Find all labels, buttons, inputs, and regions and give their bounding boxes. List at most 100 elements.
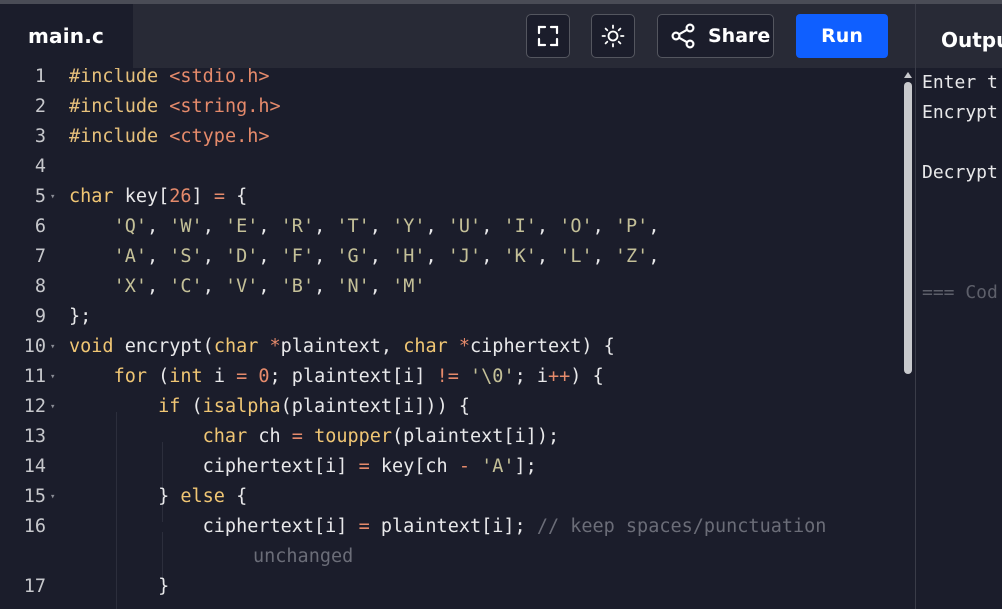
code-token: * [269, 336, 281, 357]
code-token: char [213, 336, 259, 357]
code-token: plaintext[i]; [369, 516, 537, 537]
line-number: 4 [34, 156, 46, 177]
code-line[interactable]: 9}; [0, 302, 900, 332]
code-token: (plaintext[i]); [392, 426, 560, 447]
code-line[interactable]: 14 ciphertext[i] = key[ch - 'A']; [0, 452, 900, 482]
code-token: isalpha [202, 396, 281, 417]
code-token: , [146, 216, 170, 237]
scroll-up-arrow-icon[interactable] [904, 72, 912, 78]
code-line[interactable]: 7 'A', 'S', 'D', 'F', 'G', 'H', 'J', 'K'… [0, 242, 900, 272]
code-text: #include <ctype.h> [69, 122, 270, 152]
line-number: 9 [34, 306, 46, 327]
code-line[interactable]: 15 ▾ } else { [0, 482, 900, 512]
code-text: ciphertext[i] = key[ch - 'A']; [69, 452, 537, 482]
code-text: 'X', 'C', 'V', 'B', 'N', 'M' [69, 272, 426, 302]
line-number: 10 [23, 336, 46, 357]
code-token: else [180, 486, 225, 507]
code-token: <string.h> [169, 96, 281, 117]
code-token: char [202, 426, 248, 447]
line-number: 6 [34, 216, 46, 237]
code-token: <stdio.h> [169, 68, 270, 87]
file-tab-main-c[interactable]: main.c [0, 4, 133, 68]
code-line[interactable]: 16 ciphertext[i] = plaintext[i]; // keep… [0, 512, 900, 542]
code-line[interactable]: 10 ▾ void encrypt(char *plaintext, char *c… [0, 332, 900, 362]
fold-chevron-icon[interactable]: ▾ [50, 482, 55, 512]
sun-icon [601, 24, 625, 48]
code-token: 'E' [224, 216, 259, 237]
code-token: ciphertext[i] [69, 456, 359, 477]
line-number: 14 [23, 456, 46, 477]
code-token: , [202, 246, 225, 267]
code-token: = [358, 456, 370, 477]
code-token: 'T' [336, 216, 370, 237]
code-token: - [458, 456, 470, 477]
code-token: 'D' [224, 246, 259, 267]
code-line-wrap[interactable]: unchanged [0, 542, 900, 572]
share-button[interactable]: Share [657, 14, 774, 58]
code-comment-continuation: unchanged [253, 546, 354, 567]
code-text: }; [69, 302, 91, 332]
code-line[interactable]: 17 } [0, 572, 900, 602]
code-token: 'I' [503, 216, 537, 237]
code-token: { [224, 186, 248, 207]
fullscreen-button[interactable] [526, 14, 570, 58]
code-line[interactable]: 6 'Q', 'W', 'E', 'R', 'T', 'Y', 'U', 'I'… [0, 212, 900, 242]
code-token: = [236, 366, 248, 387]
fold-chevron-icon[interactable]: ▾ [50, 362, 55, 392]
code-editor[interactable]: 1 #include <stdio.h> 2 #include <string.h> 3… [0, 68, 915, 609]
file-tab-label: main.c [28, 24, 105, 48]
code-token: i [202, 366, 237, 387]
code-token: 'H' [392, 246, 426, 267]
code-line[interactable]: 12 ▾ if (isalpha(plaintext[i])) { [0, 392, 900, 422]
code-line[interactable]: 13 char ch = toupper(plaintext[i]); [0, 422, 900, 452]
run-button[interactable]: Run [796, 14, 888, 58]
code-token: 'V' [224, 276, 259, 297]
code-token: ) { [570, 366, 604, 387]
code-text: 'Q', 'W', 'E', 'R', 'T', 'Y', 'U', 'I', … [69, 212, 660, 242]
editor-scrollbar[interactable] [904, 82, 912, 374]
code-token: = [213, 186, 225, 207]
code-token: 'O' [559, 216, 593, 237]
code-line[interactable]: 5 ▾ char key[26] = { [0, 182, 900, 212]
code-token: plaintext, [280, 336, 404, 357]
code-text: char ch = toupper(plaintext[i]); [69, 422, 559, 452]
code-token: void [69, 336, 114, 357]
theme-toggle-button[interactable] [591, 14, 635, 58]
code-line[interactable]: 4 [0, 152, 900, 182]
code-line[interactable]: 1 #include <stdio.h> [0, 68, 900, 92]
code-token: , [258, 276, 281, 297]
code-token: key[ch [369, 456, 459, 477]
code-token: char [403, 336, 448, 357]
code-token: 'Q' [113, 216, 147, 237]
code-line[interactable]: 8 'X', 'C', 'V', 'B', 'N', 'M' [0, 272, 900, 302]
output-panel: Enter t Encrypt Decrypt === Cod [916, 68, 1002, 609]
code-token: , [146, 246, 170, 267]
code-token: 26 [169, 186, 192, 207]
code-token: , [258, 216, 281, 237]
code-token: = [358, 516, 370, 537]
code-token: 'R' [280, 216, 315, 237]
fold-chevron-icon[interactable]: ▾ [50, 392, 55, 422]
code-line[interactable]: 11 ▾ for (int i = 0; plaintext[i] != '\0'… [0, 362, 900, 392]
code-token: #include [69, 96, 170, 117]
code-token: for [113, 366, 147, 387]
code-token: 'S' [169, 246, 203, 267]
fold-chevron-icon[interactable]: ▾ [50, 332, 55, 362]
code-token: toupper [314, 426, 393, 447]
fold-chevron-icon[interactable]: ▾ [50, 182, 55, 212]
output-line: === Cod [922, 282, 998, 303]
code-token: ; i [514, 366, 549, 387]
code-line[interactable]: 2 #include <string.h> [0, 92, 900, 122]
code-text: ciphertext[i] = plaintext[i]; // keep sp… [69, 512, 827, 542]
code-token: 'L' [559, 246, 593, 267]
code-token: , [481, 216, 504, 237]
code-token: 'F' [280, 246, 315, 267]
code-token: , [369, 216, 393, 237]
code-text: 'A', 'S', 'D', 'F', 'G', 'H', 'J', 'K', … [69, 242, 660, 272]
code-token: 'J' [447, 246, 482, 267]
code-line[interactable]: 3 #include <ctype.h> [0, 122, 900, 152]
line-number: 11 [23, 366, 46, 387]
code-text: } else { [69, 482, 247, 512]
